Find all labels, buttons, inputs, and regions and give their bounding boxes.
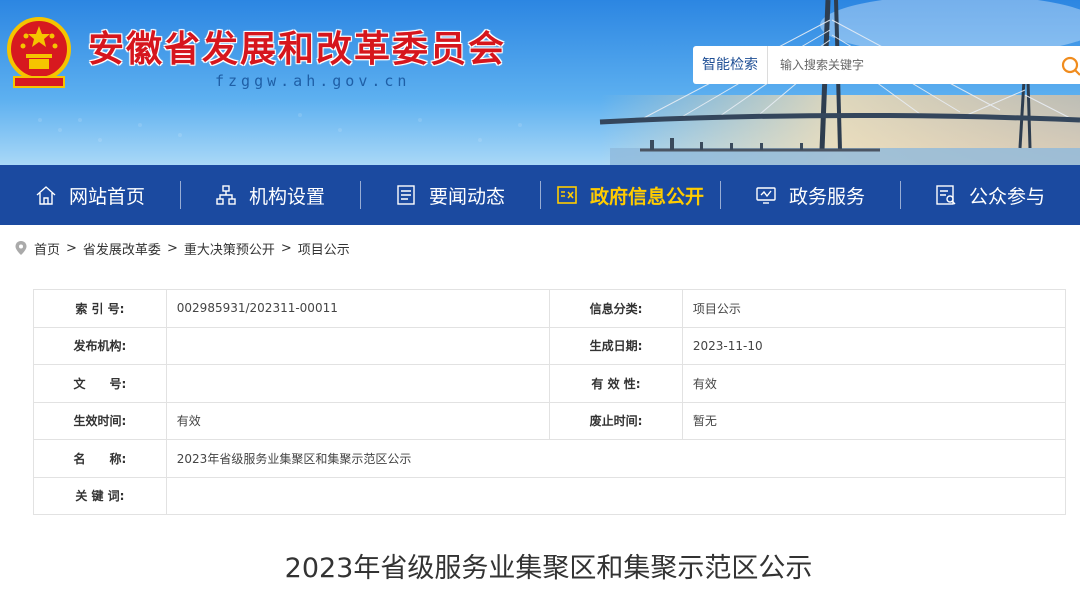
category-value: 项目公示 bbox=[681, 289, 1067, 328]
nav-label: 网站首页 bbox=[68, 185, 145, 208]
nav-item-info-disclosure[interactable]: 政府信息公开 bbox=[540, 165, 720, 225]
repeal-date-value: 暂无 bbox=[681, 401, 1067, 440]
category-label: 信息分类: bbox=[549, 289, 683, 328]
nav-label: 公众参与 bbox=[968, 185, 1045, 208]
header-banner: 安徽省发展和改革委员会 fzggw.ah.gov.cn 智能检索 bbox=[0, 0, 1080, 165]
service-icon bbox=[756, 187, 776, 204]
main-nav: 网站首页 机构设置 要闻动态 政府信息公开 政务服务 公众参与 bbox=[0, 165, 1080, 225]
nav-item-home[interactable]: 网站首页 bbox=[0, 165, 180, 225]
breadcrumb-separator: > bbox=[166, 240, 178, 256]
search-box: 智能检索 bbox=[693, 46, 1080, 84]
breadcrumb-home[interactable]: 首页 bbox=[34, 239, 60, 258]
doc-no-value bbox=[165, 364, 551, 403]
breadcrumb: 首页 > 省发展改革委 > 重大决策预公开 > 项目公示 bbox=[0, 225, 1080, 271]
publisher-label: 发布机构: bbox=[33, 326, 167, 365]
nav-item-organization[interactable]: 机构设置 bbox=[180, 165, 360, 225]
document-info-table: 索 引 号: 002985931/202311-00011 信息分类: 项目公示… bbox=[33, 289, 1067, 515]
validity-value: 有效 bbox=[681, 364, 1067, 403]
index-no-value: 002985931/202311-00011 bbox=[165, 289, 551, 328]
effective-date-value: 有效 bbox=[165, 401, 551, 440]
smart-search-label[interactable]: 智能检索 bbox=[693, 46, 768, 84]
created-date-value: 2023-11-10 bbox=[681, 326, 1067, 365]
breadcrumb-decision[interactable]: 重大决策预公开 bbox=[184, 239, 275, 258]
nav-label: 政府信息公开 bbox=[589, 185, 704, 208]
nav-label: 政务服务 bbox=[788, 185, 865, 208]
name-value: 2023年省级服务业集聚区和集聚示范区公示 bbox=[165, 439, 1067, 478]
nav-item-news[interactable]: 要闻动态 bbox=[360, 165, 540, 225]
search-input[interactable] bbox=[780, 47, 1040, 83]
article-title: 2023年省级服务业集聚区和集聚示范区公示 bbox=[284, 553, 813, 584]
participation-icon bbox=[936, 185, 956, 205]
keywords-label: 关 键 词: bbox=[33, 476, 167, 515]
site-title[interactable]: 安徽省发展和改革委员会 bbox=[88, 20, 506, 72]
table-row: 关 键 词: bbox=[33, 476, 1067, 515]
search-icon[interactable] bbox=[1060, 55, 1080, 77]
nav-item-services[interactable]: 政务服务 bbox=[720, 165, 900, 225]
home-icon bbox=[36, 186, 56, 205]
repeal-date-label: 废止时间: bbox=[549, 401, 683, 440]
breadcrumb-current[interactable]: 项目公示 bbox=[298, 239, 350, 258]
keywords-value bbox=[165, 476, 1067, 515]
breadcrumb-separator: > bbox=[66, 240, 77, 256]
doc-no-label: 文 号: bbox=[33, 364, 167, 403]
table-row: 文 号: 有 效 性: 有效 bbox=[33, 364, 1067, 403]
breadcrumb-ndrc[interactable]: 省发展改革委 bbox=[83, 239, 161, 258]
created-date-label: 生成日期: bbox=[549, 326, 683, 365]
table-row: 索 引 号: 002985931/202311-00011 信息分类: 项目公示 bbox=[33, 289, 1067, 328]
effective-date-label: 生效时间: bbox=[33, 401, 167, 440]
location-pin-icon bbox=[15, 241, 27, 255]
site-domain: fzggw.ah.gov.cn bbox=[215, 72, 411, 90]
table-row: 生效时间: 有效 废止时间: 暂无 bbox=[33, 401, 1067, 440]
info-disclosure-icon bbox=[557, 186, 577, 204]
org-chart-icon bbox=[216, 185, 236, 205]
index-no-label: 索 引 号: bbox=[33, 289, 167, 328]
validity-label: 有 效 性: bbox=[549, 364, 683, 403]
publisher-value bbox=[165, 326, 551, 365]
breadcrumb-separator: > bbox=[280, 240, 292, 256]
name-label: 名 称: bbox=[33, 439, 167, 478]
nav-label: 机构设置 bbox=[248, 185, 325, 208]
national-emblem-icon bbox=[7, 17, 71, 88]
nav-item-participation[interactable]: 公众参与 bbox=[900, 165, 1080, 225]
news-icon bbox=[397, 185, 415, 205]
table-row: 发布机构: 生成日期: 2023-11-10 bbox=[33, 326, 1067, 365]
table-row: 名 称: 2023年省级服务业集聚区和集聚示范区公示 bbox=[33, 439, 1067, 478]
nav-label: 要闻动态 bbox=[428, 185, 505, 208]
